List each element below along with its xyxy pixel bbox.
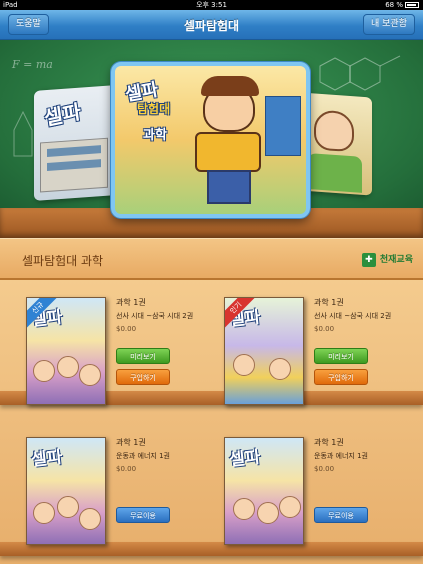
character-image bbox=[279, 496, 301, 518]
navigation-bar: 도움말 셀파탐험대 내 보관함 bbox=[0, 10, 423, 40]
book-cover-logo: 셀파 bbox=[30, 447, 64, 471]
cover-left-logo: 셀파 bbox=[42, 99, 83, 131]
carousel-cover-featured[interactable]: 셀파 탐험대 과학 bbox=[111, 62, 310, 218]
book-subtitle: 선사 시대 ~삼국 시대 2권 bbox=[116, 312, 194, 320]
book-price: $0.00 bbox=[314, 325, 335, 333]
battery-icon bbox=[405, 2, 419, 8]
character-image bbox=[79, 364, 101, 386]
page-title: 셀파탐험대 bbox=[183, 19, 240, 33]
character-image bbox=[233, 354, 255, 376]
book-subtitle: 운동과 에너지 1권 bbox=[116, 452, 170, 460]
book-cover[interactable]: 셀파 신규 bbox=[26, 297, 106, 405]
building-image bbox=[265, 96, 301, 156]
section-header: 셀파탐험대 과학 ✚ 천재교육 bbox=[0, 238, 423, 280]
book-subtitle: 운동과 에너지 1권 bbox=[314, 452, 368, 460]
book-item: 셀파 인기 과학 1권 선사 시대 ~삼국 시대 2권 $0.00 미리보기 구… bbox=[224, 297, 421, 405]
featured-logo-mid: 탐험대 bbox=[137, 102, 171, 116]
section-title: 셀파탐험대 과학 bbox=[22, 254, 104, 268]
publisher-logo: ✚ 천재교육 bbox=[361, 251, 413, 269]
school-building-image bbox=[40, 137, 108, 193]
character-shirt-image bbox=[308, 153, 362, 193]
character-image bbox=[33, 502, 55, 524]
my-library-button[interactable]: 내 보관함 bbox=[363, 14, 415, 35]
character-face-image bbox=[314, 109, 354, 153]
status-bar: iPad 오후 3:51 68 % bbox=[0, 0, 423, 10]
publisher-name: 천재교육 bbox=[379, 255, 413, 265]
book-cover[interactable]: 셀파 bbox=[26, 437, 106, 545]
book-item: 셀파 과학 1권 운동과 에너지 1권 $0.00 무료이용 bbox=[224, 437, 421, 545]
book-cover[interactable]: 셀파 인기 bbox=[224, 297, 304, 405]
preview-button[interactable]: 미리보기 bbox=[116, 348, 170, 364]
carousel-cover-right[interactable] bbox=[300, 92, 372, 196]
character-image bbox=[257, 502, 279, 524]
book-cover[interactable]: 셀파 bbox=[224, 437, 304, 545]
book-title: 과학 1권 bbox=[314, 298, 344, 307]
buy-button[interactable]: 구입하기 bbox=[314, 369, 368, 385]
character-image bbox=[269, 358, 291, 380]
publisher-mark-icon: ✚ bbox=[361, 253, 376, 267]
free-use-button[interactable]: 무료이용 bbox=[116, 507, 170, 523]
book-item: 셀파 신규 과학 1권 선사 시대 ~삼국 시대 2권 $0.00 미리보기 구… bbox=[26, 297, 223, 405]
clock: 오후 3:51 bbox=[196, 1, 227, 9]
character-image bbox=[233, 498, 255, 520]
book-cover-logo: 셀파 bbox=[228, 447, 262, 471]
book-price: $0.00 bbox=[116, 465, 137, 473]
character-image bbox=[57, 496, 79, 518]
book-shelf: 셀파 신규 과학 1권 선사 시대 ~삼국 시대 2권 $0.00 미리보기 구… bbox=[0, 280, 423, 564]
hero-hair-image bbox=[201, 76, 259, 96]
free-use-button[interactable]: 무료이용 bbox=[314, 507, 368, 523]
book-title: 과학 1권 bbox=[314, 438, 344, 447]
battery-percent: 68 % bbox=[385, 1, 403, 9]
book-title: 과학 1권 bbox=[116, 438, 146, 447]
hero-pants-image bbox=[207, 170, 251, 204]
preview-button[interactable]: 미리보기 bbox=[314, 348, 368, 364]
hero-shirt-image bbox=[195, 132, 261, 172]
book-subtitle: 선사 시대 ~삼국 시대 2권 bbox=[314, 312, 392, 320]
character-image bbox=[33, 360, 55, 382]
book-item: 셀파 과학 1권 운동과 에너지 1권 $0.00 무료이용 bbox=[26, 437, 223, 545]
battery-indicator: 68 % bbox=[385, 0, 419, 10]
featured-logo-subject: 과학 bbox=[143, 128, 167, 143]
chalk-formula: F = ma bbox=[12, 58, 53, 71]
buy-button[interactable]: 구입하기 bbox=[116, 369, 170, 385]
carousel-cover-left[interactable]: 셀파 bbox=[34, 85, 116, 201]
book-price: $0.00 bbox=[116, 325, 137, 333]
book-title: 과학 1권 bbox=[116, 298, 146, 307]
character-image bbox=[57, 356, 79, 378]
character-image bbox=[79, 508, 101, 530]
book-price: $0.00 bbox=[314, 465, 335, 473]
